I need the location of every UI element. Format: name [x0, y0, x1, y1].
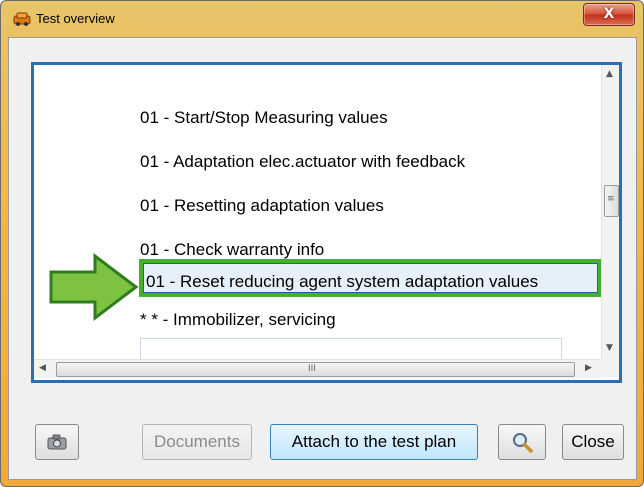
vertical-scrollbar[interactable]: ▲ ≡ ▼: [601, 65, 619, 359]
thumb-grip-icon: III: [308, 364, 316, 374]
dialog-body: 01 - Start/Stop Measuring values 01 - Ad…: [8, 37, 637, 480]
window-title: Test overview: [36, 11, 115, 26]
vertical-scroll-thumb[interactable]: ≡: [604, 185, 619, 217]
camera-icon: [47, 434, 67, 450]
scroll-right-icon[interactable]: ▶: [585, 363, 592, 373]
close-x-icon: X: [603, 6, 615, 22]
horizontal-scrollbar[interactable]: ◀ III ▶: [34, 359, 601, 378]
scrollbar-corner: [601, 359, 619, 377]
search-button[interactable]: [498, 424, 546, 460]
attach-to-test-plan-button[interactable]: Attach to the test plan: [270, 424, 478, 460]
list-item[interactable]: * * - Immobilizer, servicing: [140, 303, 336, 337]
close-button[interactable]: Close: [562, 424, 624, 460]
list-item[interactable]: 01 - Resetting adaptation values: [140, 189, 384, 223]
list-item[interactable]: 01 - Adaptation elec.actuator with feedb…: [140, 145, 465, 179]
scroll-left-icon[interactable]: ◀: [39, 363, 46, 373]
test-overview-window: Test overview X 01 - Start/Stop Measurin…: [0, 0, 644, 487]
window-close-button[interactable]: X: [583, 3, 635, 26]
documents-button[interactable]: Documents: [142, 424, 252, 460]
scroll-down-icon[interactable]: ▼: [606, 343, 613, 353]
thumb-grip-icon: ≡: [607, 194, 615, 204]
list-item[interactable]: 01 - Start/Stop Measuring values: [140, 101, 388, 135]
scroll-up-icon[interactable]: ▲: [606, 69, 613, 79]
test-list[interactable]: 01 - Start/Stop Measuring values 01 - Ad…: [31, 62, 622, 383]
title-bar[interactable]: Test overview X: [1, 1, 643, 37]
app-car-icon: [13, 12, 31, 26]
horizontal-scroll-thumb[interactable]: III: [56, 362, 575, 377]
list-item-selected[interactable]: 01 - Reset reducing agent system adaptat…: [139, 259, 602, 297]
magnifier-icon: [513, 433, 533, 453]
green-arrow-icon: [49, 253, 139, 321]
screenshot-button[interactable]: [35, 424, 79, 460]
